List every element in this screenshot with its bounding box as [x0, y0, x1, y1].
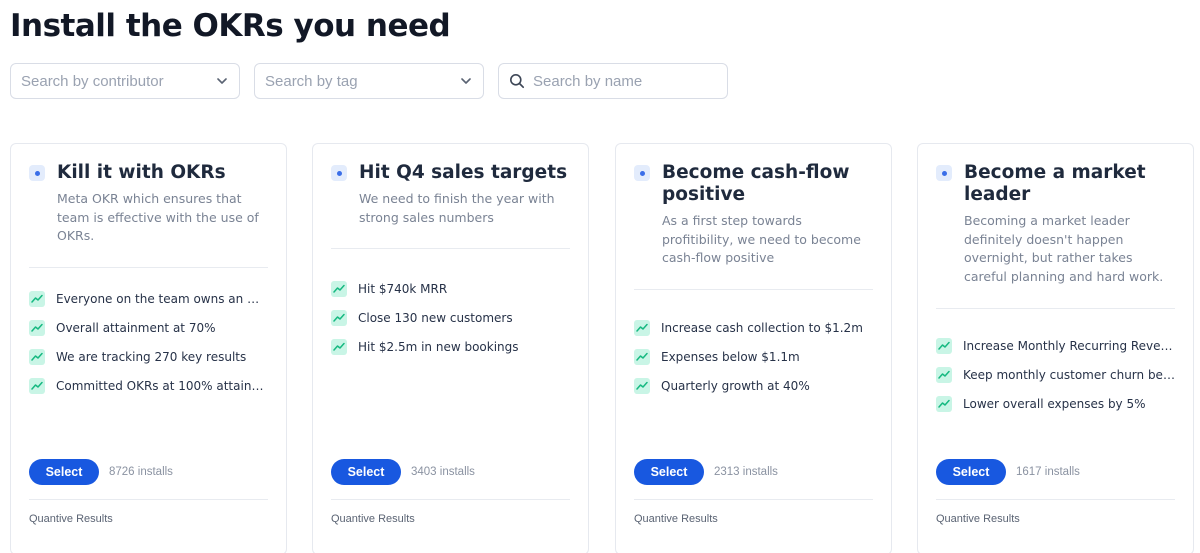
- key-result-item: Committed OKRs at 100% attainment: [29, 371, 268, 400]
- key-result-item: Increase Monthly Recurring Revenue ...: [936, 331, 1175, 360]
- footer-divider: [331, 499, 570, 500]
- card-header: Become cash-flow positive As a first ste…: [634, 144, 873, 289]
- okr-card-become-cash-flow-positive: Become cash-flow positive As a first ste…: [615, 143, 892, 553]
- tag-filter[interactable]: [254, 63, 484, 99]
- card-source: Quantive Results: [331, 513, 415, 525]
- footer-divider: [936, 499, 1175, 500]
- trend-up-icon: [634, 377, 650, 394]
- name-search[interactable]: [498, 63, 728, 99]
- key-result-item: Increase cash collection to $1.2m: [634, 313, 873, 342]
- key-result-item: Hit $740k MRR: [331, 274, 570, 303]
- objective-icon: [634, 165, 650, 181]
- card-footer: Select 3403 installs Quantive Results: [331, 459, 570, 525]
- card-footer: Select 1617 installs Quantive Results: [936, 459, 1175, 525]
- key-result-item: Quarterly growth at 40%: [634, 371, 873, 400]
- card-title: Hit Q4 sales targets: [359, 162, 568, 183]
- key-result-item: Lower overall expenses by 5%: [936, 389, 1175, 418]
- card-description: As a first step towards profitibility, w…: [662, 213, 861, 265]
- contributor-filter[interactable]: [10, 63, 240, 99]
- footer-divider: [29, 499, 268, 500]
- trend-up-icon: [634, 348, 650, 365]
- card-source: Quantive Results: [936, 513, 1020, 525]
- card-title: Become cash-flow positive: [662, 162, 850, 205]
- card-header: Hit Q4 sales targets We need to finish t…: [331, 144, 570, 248]
- key-result-item: Keep monthly customer churn below...: [936, 360, 1175, 389]
- install-count: 8726 installs: [109, 466, 173, 478]
- objective-icon: [936, 165, 952, 181]
- trend-up-icon: [936, 366, 952, 383]
- trend-up-icon: [29, 348, 45, 365]
- okr-card-hit-q4-sales-targets: Hit Q4 sales targets We need to finish t…: [312, 143, 589, 553]
- chevron-down-icon[interactable]: [459, 74, 473, 88]
- card-footer: Select 2313 installs Quantive Results: [634, 459, 873, 525]
- card-header: Become a market leader Becoming a market…: [936, 144, 1175, 308]
- trend-up-icon: [331, 309, 347, 326]
- install-count: 3403 installs: [411, 466, 475, 478]
- card-footer: Select 8726 installs Quantive Results: [29, 459, 268, 525]
- card-title: Become a market leader: [964, 162, 1146, 205]
- card-divider: [634, 289, 873, 290]
- key-results-list: Increase cash collection to $1.2m Expens…: [634, 313, 873, 400]
- trend-up-icon: [936, 337, 952, 354]
- key-results-list: Increase Monthly Recurring Revenue ... K…: [936, 331, 1175, 418]
- search-icon: [509, 73, 525, 89]
- trend-up-icon: [29, 377, 45, 394]
- trend-up-icon: [29, 319, 45, 336]
- card-divider: [29, 267, 268, 268]
- card-divider: [936, 308, 1175, 309]
- trend-up-icon: [331, 280, 347, 297]
- objective-icon: [29, 165, 45, 181]
- card-description: We need to finish the year with strong s…: [359, 191, 555, 225]
- objective-icon: [331, 165, 347, 181]
- select-button[interactable]: Select: [331, 459, 401, 485]
- footer-divider: [634, 499, 873, 500]
- trend-up-icon: [634, 319, 650, 336]
- select-button[interactable]: Select: [29, 459, 99, 485]
- install-count: 1617 installs: [1016, 466, 1080, 478]
- card-header: Kill it with OKRs Meta OKR which ensures…: [29, 144, 268, 267]
- chevron-down-icon[interactable]: [215, 74, 229, 88]
- key-result-item: Close 130 new customers: [331, 303, 570, 332]
- key-result-item: Expenses below $1.1m: [634, 342, 873, 371]
- card-description: Meta OKR which ensures that team is effe…: [57, 191, 259, 243]
- tag-filter-input[interactable]: [265, 64, 455, 98]
- card-source: Quantive Results: [634, 513, 718, 525]
- card-description: Becoming a market leader definitely does…: [964, 213, 1164, 284]
- trend-up-icon: [936, 395, 952, 412]
- select-button[interactable]: Select: [936, 459, 1006, 485]
- select-button[interactable]: Select: [634, 459, 704, 485]
- key-result-item: Hit $2.5m in new bookings: [331, 332, 570, 361]
- name-search-input[interactable]: [533, 64, 717, 98]
- okr-card-become-a-market-leader: Become a market leader Becoming a market…: [917, 143, 1194, 553]
- card-divider: [331, 248, 570, 249]
- okr-marketplace-page: Install the OKRs you need Kill it with O…: [0, 0, 1200, 553]
- key-results-list: Hit $740k MRR Close 130 new customers Hi…: [331, 274, 570, 361]
- page-title: Install the OKRs you need: [10, 8, 451, 44]
- okr-card-kill-it-with-okrs: Kill it with OKRs Meta OKR which ensures…: [10, 143, 287, 553]
- contributor-filter-input[interactable]: [21, 64, 211, 98]
- card-source: Quantive Results: [29, 513, 113, 525]
- key-results-list: Everyone on the team owns an OKR Overall…: [29, 284, 268, 400]
- card-title: Kill it with OKRs: [57, 162, 226, 183]
- key-result-item: Overall attainment at 70%: [29, 313, 268, 342]
- trend-up-icon: [331, 338, 347, 355]
- trend-up-icon: [29, 290, 45, 307]
- key-result-item: We are tracking 270 key results: [29, 342, 268, 371]
- key-result-item: Everyone on the team owns an OKR: [29, 284, 268, 313]
- install-count: 2313 installs: [714, 466, 778, 478]
